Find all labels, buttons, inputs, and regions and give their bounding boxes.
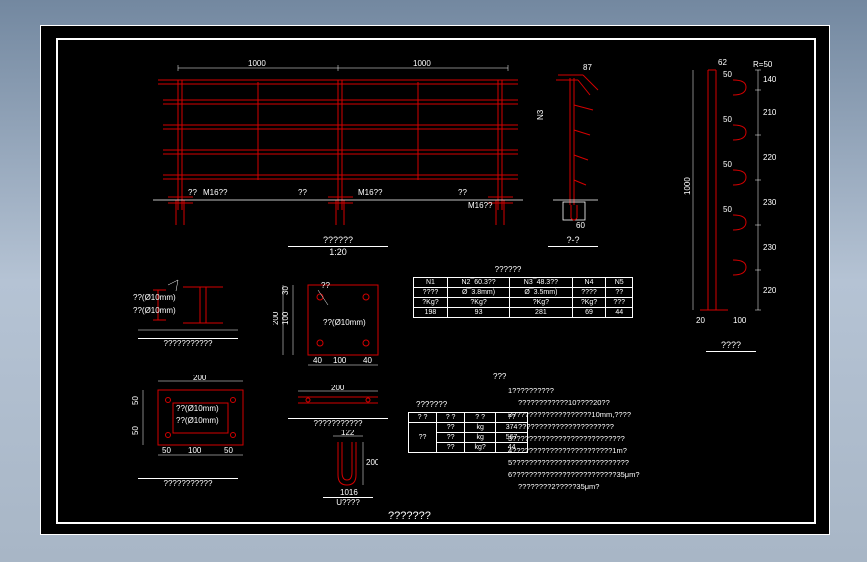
base-plate-plan: ??(Ø10mm) ?? 30 100 200 40 100 40 [273,270,403,370]
label-m16-3: M16?? [468,201,493,210]
bp2-lbl1: ??(Ø10mm) [176,404,219,413]
dim-100c: 100 [333,356,347,365]
dim-220b: 220 [763,286,777,295]
notes-title: ??? [493,372,506,381]
dim-50-h4: 50 [723,205,732,214]
material-table: N1 N2¯60.3?? N3¯48.3?? N4 N5 ???? Ø¯3.8m… [413,277,633,318]
dim-r50: R=50 [753,60,773,69]
dim-1000a: 1000 [248,60,266,68]
drawing-inner-frame: 1000 1000 [56,38,816,524]
bp2-lbl2: ??(Ø10mm) [176,416,219,425]
dim-1000b: 1000 [413,60,431,68]
ibeam-title: ??????????? [138,338,238,348]
weight-table-title: ??????? [416,400,447,409]
label-m16-2: M16?? [358,188,383,197]
ubolt-dim: 200 [366,458,378,467]
dim-50b: 50 [131,426,140,435]
dim-60: 60 [576,221,585,230]
dim-220a: 220 [763,153,777,162]
label-lbl1: ?? [188,188,197,197]
dim-40b: 40 [363,356,372,365]
base-plate-2: 200 ??(Ø10mm) ??(Ø10mm) 50 50 50 100 50 [118,375,258,475]
dim-100d: 100 [188,446,202,455]
dim-30a: 30 [281,286,290,295]
label-m16-1: M16?? [203,188,228,197]
post-front-detail: 62 R=50 140 210 220 230 230 [678,55,798,335]
label-lbl2: ?? [298,188,307,197]
drawing-outer-frame: 1000 1000 [40,25,830,535]
dim-50c: 50 [162,446,171,455]
dim-100b: 100 [733,316,747,325]
bp2-title: ??????????? [138,478,238,488]
dim-200b: 200 [193,375,207,382]
base-lbl2: ?? [321,281,330,290]
dim-50a: 50 [131,396,140,405]
post-detail-title: ???? [706,340,756,352]
dim-230b: 230 [763,243,777,252]
dim-50-h2: 50 [723,115,732,124]
notes-block: 1?????????? ????????????10????20?? 2????… [508,385,640,493]
dim-62: 62 [718,58,727,67]
material-table-title: ?????? [473,265,543,274]
dim-40a: 40 [313,356,322,365]
ubolt-lbl: 1016 [340,488,358,497]
dim-200a: 200 [273,311,280,325]
dim-section-87: 87 [583,63,592,72]
dim-1000c: 1000 [683,177,692,195]
dim-50-h1: 50 [723,70,732,79]
dim-140: 140 [763,75,777,84]
ubolt-title: U???? [323,497,373,507]
dim-200c: 200 [331,385,345,392]
section-title: ?-? [548,235,598,247]
dim-20: 20 [696,316,705,325]
dim-100a: 100 [281,311,290,325]
page-title: ??????? [388,510,431,522]
dim-50-h3: 50 [723,160,732,169]
elevation-title: ?????? 1:20 [288,235,388,257]
dim-50d: 50 [224,446,233,455]
dim-122: 122 [341,430,355,437]
dim-210: 210 [763,108,777,117]
label-lbl3: ?? [458,188,467,197]
strip-title: ??????????? [288,418,388,428]
post-section: 87 N3 60 [528,60,618,235]
base-bolt-lbl: ??(Ø10mm) [323,318,366,327]
dim-230a: 230 [763,198,777,207]
ibeam-detail: ??(Ø10mm) ??(Ø10mm) [128,275,248,345]
ibeam-lbl2: ??(Ø10mm) [133,306,176,315]
ibeam-lbl1: ??(Ø10mm) [133,293,176,302]
ubolt-detail: 122 200 1016 [318,430,378,500]
strip-detail: 200 [283,385,393,415]
elevation-view: 1000 1000 [138,60,528,235]
label-n3-sect: N3 [536,109,545,120]
